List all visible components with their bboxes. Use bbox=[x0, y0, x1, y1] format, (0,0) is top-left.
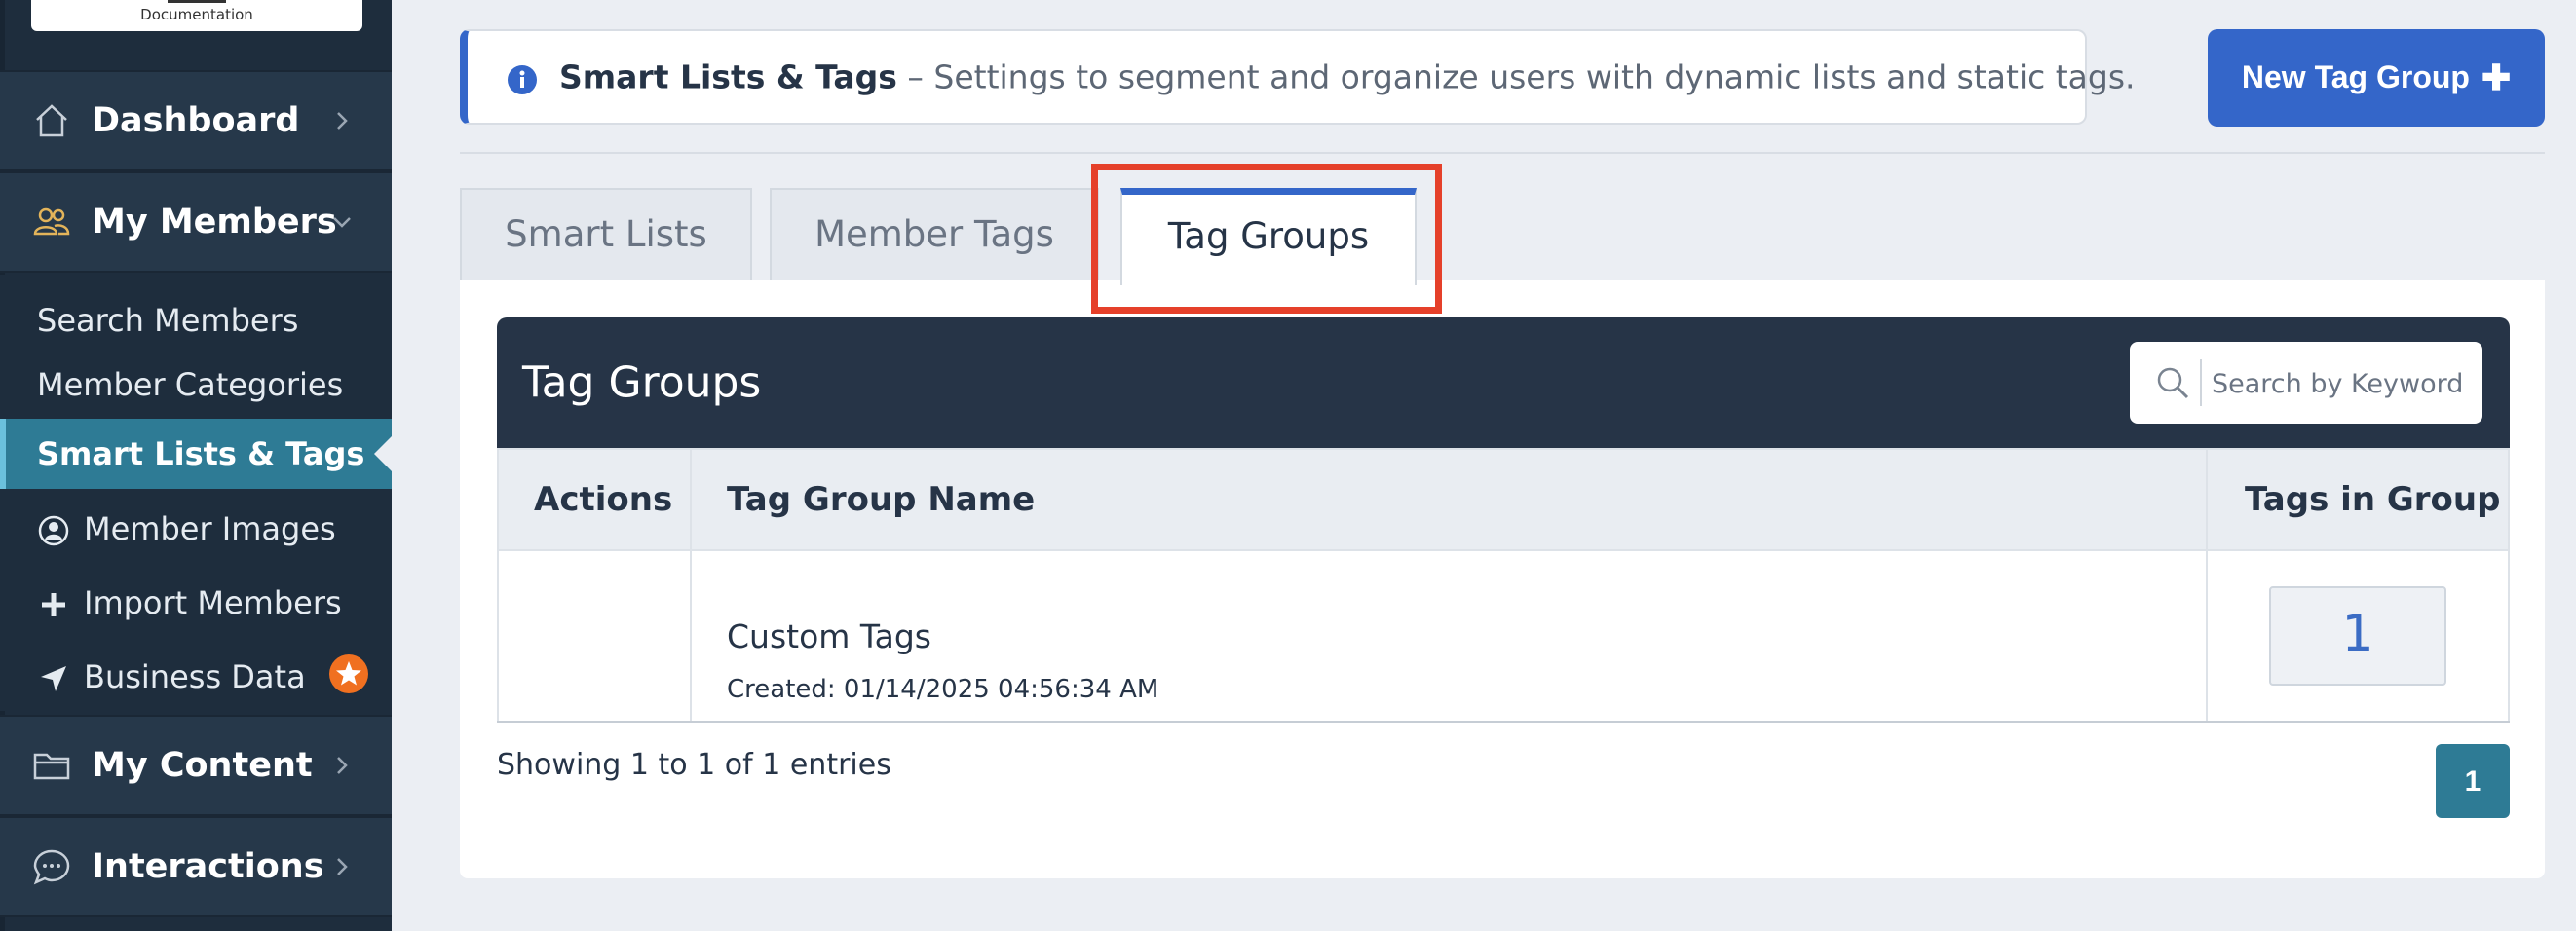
row-count-cell: 1 bbox=[2206, 549, 2510, 723]
submenu-smart-lists-label: Smart Lists & Tags bbox=[37, 435, 365, 472]
search-icon bbox=[2157, 367, 2189, 399]
tags-count-badge[interactable]: 1 bbox=[2269, 586, 2446, 686]
submenu-search-members[interactable]: Search Members bbox=[37, 302, 298, 339]
nav-my-content-label: My Content bbox=[92, 746, 313, 785]
nav-my-content[interactable]: My Content bbox=[0, 715, 392, 816]
column-header-name[interactable]: Tag Group Name bbox=[690, 448, 2208, 551]
pagination-page-1[interactable]: 1 bbox=[2436, 744, 2510, 818]
nav-dashboard-label: Dashboard bbox=[92, 101, 300, 140]
tag-group-name[interactable]: Custom Tags bbox=[727, 617, 2206, 655]
search-input[interactable] bbox=[2210, 355, 2473, 412]
new-tag-group-label: New Tag Group bbox=[2241, 59, 2470, 94]
tag-group-created: Created: 01/14/2025 04:56:34 AM bbox=[727, 675, 1159, 704]
home-icon bbox=[36, 104, 67, 137]
row-actions-cell bbox=[497, 549, 692, 723]
star-badge bbox=[329, 654, 368, 693]
submenu-import-members-label: Import Members bbox=[84, 584, 342, 621]
table-row: Custom Tags Created: 01/14/2025 04:56:34… bbox=[497, 549, 2510, 723]
nav-dashboard[interactable]: Dashboard bbox=[0, 70, 392, 171]
submenu-smart-lists-tags[interactable]: Smart Lists & Tags bbox=[0, 419, 392, 489]
plus-icon bbox=[42, 593, 65, 616]
new-tag-group-button[interactable]: New Tag Group ✚ bbox=[2208, 29, 2545, 127]
folder-icon bbox=[33, 753, 70, 780]
submenu-business-data-label: Business Data bbox=[84, 658, 306, 695]
entries-info: Showing 1 to 1 of 1 entries bbox=[497, 748, 891, 782]
users-icon bbox=[33, 207, 70, 236]
column-header-count[interactable]: Tags in Group bbox=[2206, 448, 2510, 551]
table-header-row: Actions Tag Group Name Tags in Group bbox=[497, 448, 2510, 551]
user-circle-icon bbox=[38, 515, 69, 546]
members-submenu: Search Members Member Categories Smart L… bbox=[0, 275, 392, 711]
search-separator bbox=[2200, 359, 2202, 406]
submenu-member-categories[interactable]: Member Categories bbox=[37, 366, 343, 403]
submenu-member-images[interactable]: Member Images bbox=[37, 510, 336, 547]
nav-interactions-label: Interactions bbox=[92, 847, 324, 886]
info-banner-text: Smart Lists & Tags – Settings to segment… bbox=[559, 58, 2136, 96]
nav-interactions[interactable]: Interactions bbox=[0, 816, 392, 917]
chevron-right-icon bbox=[337, 858, 348, 875]
sidebar: Documentation Dashboard My Members Searc… bbox=[0, 0, 392, 931]
nav-my-members[interactable]: My Members bbox=[0, 171, 392, 273]
info-banner-title: Smart Lists & Tags bbox=[559, 57, 897, 96]
submenu-business-data[interactable]: Business Data bbox=[37, 658, 306, 695]
search-box[interactable] bbox=[2130, 342, 2482, 424]
header-divider bbox=[460, 152, 2545, 154]
star-icon bbox=[336, 661, 361, 686]
active-indicator bbox=[0, 419, 6, 489]
table-title: Tag Groups bbox=[522, 357, 762, 408]
submenu-import-members[interactable]: Import Members bbox=[37, 584, 342, 621]
info-banner-description: – Settings to segment and organize users… bbox=[896, 57, 2136, 96]
active-pointer bbox=[374, 436, 392, 471]
info-banner: Smart Lists & Tags – Settings to segment… bbox=[460, 29, 2136, 125]
plus-icon: ✚ bbox=[2481, 57, 2512, 97]
chevron-right-icon bbox=[337, 112, 348, 130]
submenu-member-images-label: Member Images bbox=[84, 510, 336, 547]
location-arrow-icon bbox=[41, 666, 66, 691]
chat-bubble-icon bbox=[33, 849, 70, 885]
tag-groups-table: Actions Tag Group Name Tags in Group Cus… bbox=[497, 448, 2510, 723]
row-name-cell: Custom Tags Created: 01/14/2025 04:56:34… bbox=[690, 549, 2208, 723]
logo[interactable]: Documentation bbox=[31, 0, 362, 31]
chevron-down-icon bbox=[333, 217, 351, 228]
table-header-bar: Tag Groups bbox=[497, 317, 2510, 448]
tab-smart-lists[interactable]: Smart Lists bbox=[460, 188, 752, 281]
highlight-annotation bbox=[1091, 164, 1442, 314]
chevron-right-icon bbox=[337, 757, 348, 774]
logo-text: Documentation bbox=[140, 6, 253, 23]
column-header-actions: Actions bbox=[497, 448, 692, 551]
tab-member-tags[interactable]: Member Tags bbox=[770, 188, 1099, 281]
info-icon bbox=[508, 65, 537, 94]
nav-my-members-label: My Members bbox=[92, 203, 337, 242]
